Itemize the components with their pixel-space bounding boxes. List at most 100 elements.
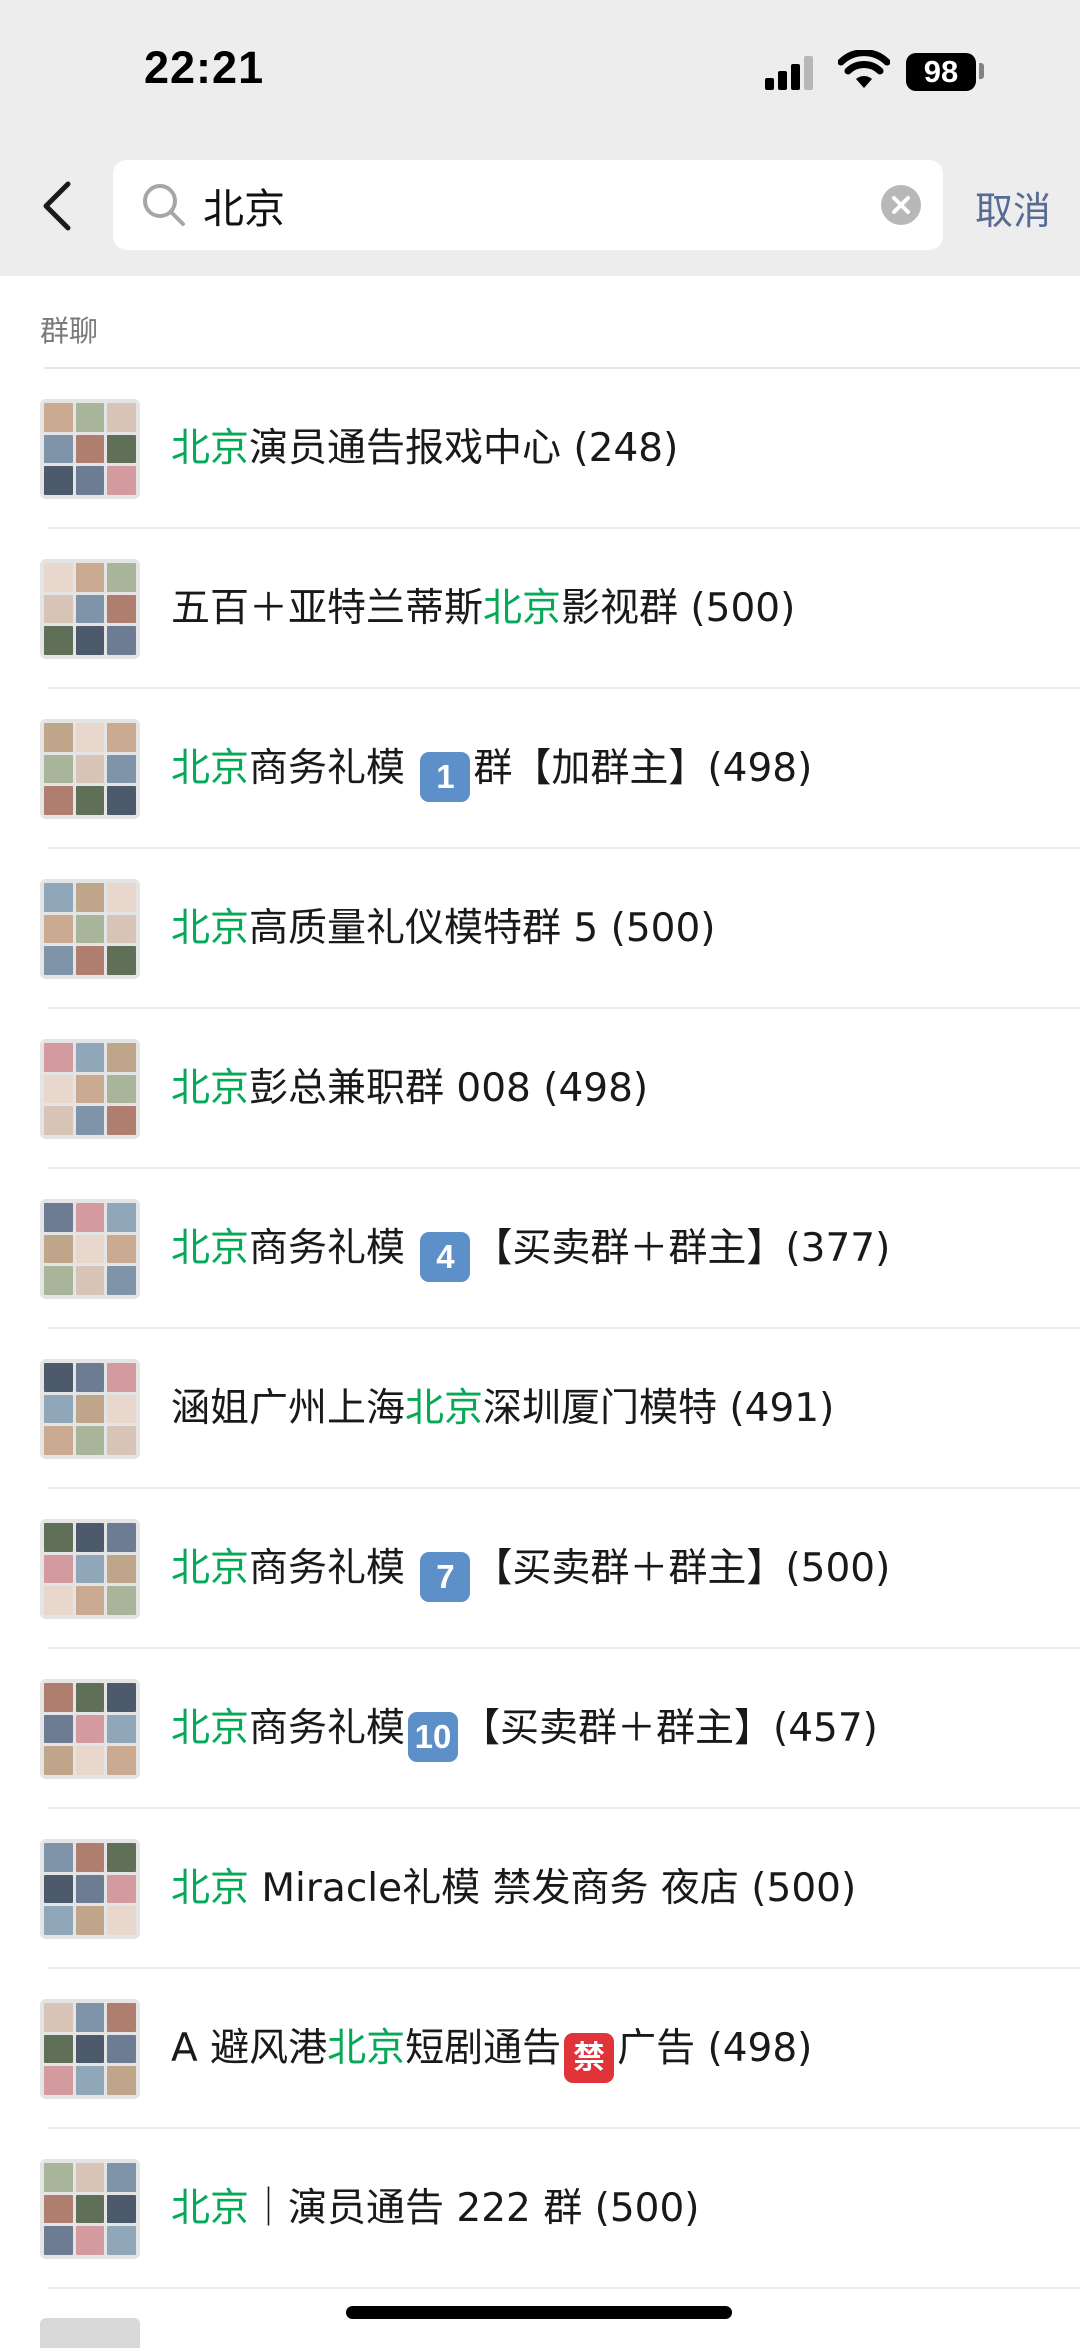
avatar-tile (75, 1074, 105, 1104)
list-item[interactable]: 北京演员通告报戏中心 (248) (0, 369, 1080, 529)
list-item[interactable]: 涵姐广州上海北京深圳厦门模特 (491) (0, 1329, 1080, 1489)
list-item[interactable]: 北京商务礼模 10 【买卖群＋群主】(457) (0, 1649, 1080, 1809)
clear-x-icon (892, 196, 910, 214)
title-text: 广告 (498) (617, 2026, 813, 2071)
title-text: 涵姐广州上海 (171, 1386, 406, 1431)
title-text: 深圳厦门模特 (491) (483, 1386, 835, 1431)
list-item[interactable]: A 避风港北京短剧通告禁广告 (498) (0, 1969, 1080, 2129)
avatar-tile (75, 914, 105, 944)
search-input[interactable] (203, 174, 843, 236)
avatar-tile (44, 466, 73, 495)
avatar-tile (107, 1203, 136, 1232)
list-item[interactable]: 北京商务礼模 4 【买卖群＋群主】(377) (0, 1169, 1080, 1329)
list-item-title: A 避风港北京短剧通告禁广告 (498) (171, 2021, 1061, 2083)
title-text: 高质量礼仪模特群 5 (500) (249, 906, 716, 951)
avatar-tile (75, 2226, 105, 2255)
title-text: 五百＋亚特兰蒂斯 (171, 586, 484, 631)
avatar-tile (107, 1074, 136, 1104)
avatar-tile (107, 1906, 136, 1935)
avatar-tile (107, 626, 136, 655)
avatar-tile (75, 466, 105, 495)
list-item-title: 北京演员通告报戏中心 (248) (171, 421, 1061, 477)
avatar-tile (44, 1234, 73, 1264)
avatar-tile (107, 1586, 136, 1615)
group-avatar (40, 1359, 140, 1459)
avatar-tile (107, 2034, 136, 2064)
group-avatar (40, 399, 140, 499)
avatar-tile (44, 1394, 73, 1424)
avatar-tile (107, 2226, 136, 2255)
avatar-tile (75, 1843, 105, 1872)
keyword-highlight: 北京 (171, 746, 250, 791)
avatar-tile (44, 1843, 73, 1872)
home-indicator (346, 2306, 732, 2319)
avatar-tile (75, 1906, 105, 1935)
header-bar: 22:21 98 取消 (0, 0, 1080, 276)
list-item[interactable]: 北京｜演员通告 222 群 (500) (0, 2129, 1080, 2289)
avatar-tile (107, 1554, 136, 1584)
avatar-tile (107, 1746, 136, 1775)
avatar-tile (75, 2003, 105, 2032)
avatar-tile (75, 1523, 105, 1552)
avatar-tile (75, 1203, 105, 1232)
avatar-tile (107, 786, 136, 815)
avatar-tile (75, 1714, 105, 1744)
avatar-tile (44, 2163, 73, 2192)
avatar-tile (75, 2163, 105, 2192)
avatar-tile (75, 1874, 105, 1904)
avatar-tile (44, 2194, 73, 2224)
avatar-tile (107, 1106, 136, 1135)
avatar-tile (44, 434, 73, 464)
keyword-highlight: 北京 (171, 906, 250, 951)
keyword-highlight: 北京 (171, 1706, 250, 1751)
section-label: 群聊 (40, 314, 99, 348)
avatar-tile (107, 434, 136, 464)
back-chevron-icon[interactable] (38, 178, 78, 234)
avatar-tile (107, 946, 136, 975)
list-item-title: 五百＋亚特兰蒂斯北京影视群 (500) (171, 581, 1061, 637)
group-avatar (40, 1199, 140, 1299)
list-item-title: 北京商务礼模 7 【买卖群＋群主】(500) (171, 1541, 1061, 1602)
avatar-tile (44, 946, 73, 975)
clear-icon[interactable] (881, 185, 921, 225)
list-item[interactable]: 北京高质量礼仪模特群 5 (500) (0, 849, 1080, 1009)
avatar-tile (44, 1586, 73, 1615)
avatar-tile (107, 1874, 136, 1904)
title-text: 彭总兼职群 008 (498) (249, 1066, 649, 1111)
list-item[interactable]: 北京商务礼模 1 群【加群主】(498) (0, 689, 1080, 849)
avatar-tile (107, 466, 136, 495)
avatar-tile (44, 563, 73, 592)
emoji-badge: 7 (420, 1552, 471, 1602)
search-bar[interactable] (113, 160, 943, 250)
avatar-tile (107, 1234, 136, 1264)
list-item-title: 北京商务礼模 10 【买卖群＋群主】(457) (171, 1701, 1061, 1762)
avatar-tile (107, 1394, 136, 1424)
avatar-tile (75, 1586, 105, 1615)
avatar (40, 2318, 140, 2348)
list-item[interactable]: 北京彭总兼职群 008 (498) (0, 1009, 1080, 1169)
cancel-button[interactable]: 取消 (975, 180, 1051, 235)
emoji-badge: 禁 (564, 2033, 615, 2083)
list-item[interactable]: 北京商务礼模 7 【买卖群＋群主】(500) (0, 1489, 1080, 1649)
title-text: 【买卖群＋群主】(377) (473, 1226, 891, 1271)
avatar-tile (107, 2003, 136, 2032)
avatar-tile (75, 1043, 105, 1072)
keyword-highlight: 北京 (171, 426, 250, 471)
avatar-tile (75, 754, 105, 784)
avatar-tile (44, 1043, 73, 1072)
avatar-tile (44, 1363, 73, 1392)
avatar-tile (75, 1266, 105, 1295)
avatar-tile (75, 626, 105, 655)
list-item-title: 北京 Miracle礼模 禁发商务 夜店 (500) (171, 1861, 1061, 1917)
group-avatar (40, 1039, 140, 1139)
title-text: 商务礼模 (249, 746, 418, 791)
title-text: A 避风港 (171, 2026, 328, 2071)
list-item[interactable]: 北京 Miracle礼模 禁发商务 夜店 (500) (0, 1809, 1080, 1969)
avatar-tile (75, 723, 105, 752)
avatar-tile (107, 2194, 136, 2224)
group-avatar (40, 1999, 140, 2099)
avatar-tile (75, 883, 105, 912)
avatar-tile (75, 2066, 105, 2095)
emoji-badge: 4 (420, 1232, 471, 1282)
list-item[interactable]: 五百＋亚特兰蒂斯北京影视群 (500) (0, 529, 1080, 689)
